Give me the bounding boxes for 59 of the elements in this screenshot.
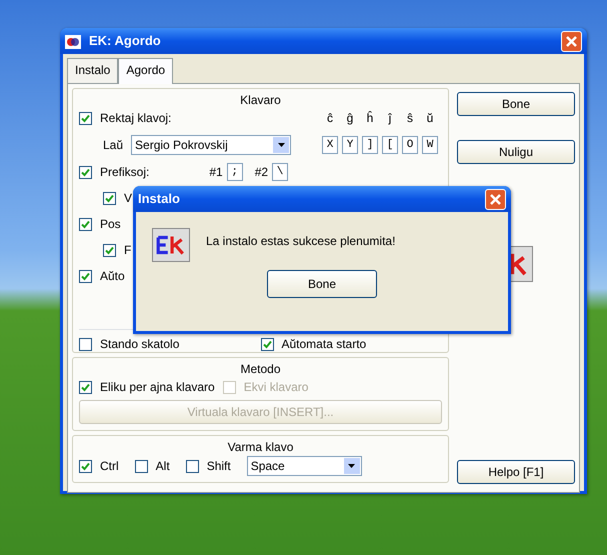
- checkbox[interactable]: [79, 112, 92, 124]
- letter-label: ŭ: [426, 110, 434, 127]
- group-title: Metodo: [239, 361, 282, 378]
- checkbox[interactable]: [79, 380, 92, 394]
- checkbox[interactable]: [260, 338, 274, 352]
- checkbox-label: Aŭtomata starto: [282, 338, 366, 352]
- checkbox[interactable]: [79, 460, 92, 472]
- checkbox[interactable]: [103, 244, 116, 256]
- checkbox-label: Alt: [156, 458, 170, 475]
- ek-logo: [152, 228, 190, 262]
- checkbox-label: Prefiksoj:: [100, 164, 150, 181]
- checkbox-label: Aŭto: [100, 268, 125, 285]
- key-dropdown[interactable]: Space: [246, 456, 362, 476]
- prefix-field[interactable]: ;: [226, 163, 243, 181]
- letter-label: ĝ: [346, 110, 354, 127]
- checkbox-label: V: [124, 190, 132, 207]
- field-label: #1: [209, 164, 223, 181]
- field-label: Laŭ: [103, 137, 124, 154]
- key-field[interactable]: X: [322, 136, 338, 154]
- checkbox[interactable]: [103, 192, 116, 204]
- checkbox[interactable]: [186, 460, 199, 472]
- group-title: Klavaro: [239, 92, 282, 109]
- checkbox-label: Pos: [100, 216, 121, 233]
- checkbox-label: Stando skatolo: [100, 338, 180, 352]
- checkbox-label: F: [124, 242, 132, 259]
- checkbox[interactable]: [79, 218, 92, 230]
- tab[interactable]: Agordo: [118, 58, 174, 84]
- checkbox[interactable]: [134, 460, 148, 472]
- key-field[interactable]: W: [422, 136, 438, 154]
- checkbox-label: Ctrl: [100, 458, 119, 475]
- checkbox-label: Shift: [206, 458, 231, 475]
- close-icon[interactable]: [561, 30, 582, 52]
- letter-label: ĥ: [366, 110, 374, 127]
- key-field[interactable]: [: [382, 136, 398, 154]
- help-button[interactable]: Helpo [F1]: [457, 460, 575, 484]
- dialog-button[interactable]: Nuligu: [457, 140, 575, 164]
- close-icon[interactable]: [485, 188, 506, 210]
- window-title: EK: Agordo: [89, 32, 161, 50]
- field-label: #2: [254, 164, 268, 181]
- key-field[interactable]: ]: [362, 136, 378, 154]
- dialog-button[interactable]: Bone: [457, 92, 575, 116]
- checkbox[interactable]: [79, 166, 92, 178]
- checkbox[interactable]: [79, 270, 92, 282]
- checkbox[interactable]: [79, 338, 92, 352]
- ok-button[interactable]: Bone: [267, 270, 377, 298]
- key-field[interactable]: Y: [342, 136, 358, 154]
- checkbox-label: Rektaj klavoj:: [100, 110, 172, 127]
- group-title: Varma klavo: [226, 439, 294, 456]
- tab[interactable]: Instalo: [67, 58, 118, 83]
- layout-dropdown[interactable]: Sergio Pokrovskij: [131, 135, 292, 155]
- checkbox-label: Ekvi klavaro: [244, 379, 308, 396]
- dialog-title: Instalo: [138, 190, 180, 208]
- letter-label: ŝ: [406, 110, 414, 127]
- letter-label: ĉ: [326, 110, 334, 127]
- letter-label: ĵ: [387, 110, 393, 127]
- prefix-field[interactable]: \: [272, 163, 288, 181]
- checkbox-label: Eliku per ajna klavaro: [100, 379, 215, 396]
- dialog-message: La instalo estas sukcese plenumita!: [206, 233, 396, 250]
- key-field[interactable]: O: [402, 136, 418, 154]
